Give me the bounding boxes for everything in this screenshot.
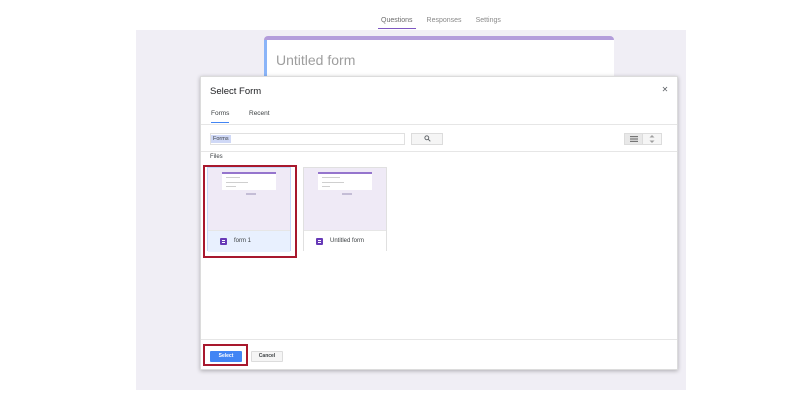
- dialog-title: Select Form: [210, 86, 262, 97]
- thumbnail-sheet: [318, 172, 372, 190]
- highlight-box-select: [203, 344, 248, 366]
- file-thumbnail: [304, 168, 386, 230]
- tab-recent[interactable]: Recent: [249, 110, 270, 122]
- page: Questions Responses Settings Untitled fo…: [0, 0, 800, 400]
- view-toggle: [624, 133, 662, 145]
- form-title: Untitled form: [276, 52, 356, 68]
- tab-forms[interactable]: Forms: [211, 110, 230, 123]
- search-row: Forms: [201, 127, 677, 152]
- dialog-footer: Select Cancel: [201, 339, 677, 371]
- files-label: Files: [210, 154, 223, 160]
- cancel-button[interactable]: Cancel: [251, 351, 283, 362]
- tab-settings[interactable]: Settings: [473, 14, 504, 29]
- thumbnail-caption: [342, 193, 352, 195]
- thumbnail-line: [322, 177, 340, 178]
- search-filter-chip[interactable]: Forms: [211, 135, 231, 143]
- list-view-icon: [629, 136, 638, 142]
- list-view-button[interactable]: [625, 134, 643, 144]
- file-card-untitled-form[interactable]: Untitled form: [303, 167, 387, 252]
- close-icon[interactable]: ✕: [660, 85, 670, 95]
- thumbnail-line: [322, 186, 330, 187]
- search-input[interactable]: Forms: [210, 133, 405, 145]
- dialog-tabs: Forms Recent: [201, 105, 677, 125]
- file-name: Untitled form: [330, 238, 365, 244]
- file-footer: Untitled form: [304, 230, 386, 252]
- thumbnail-line: [322, 182, 344, 183]
- editor-tabs: Questions Responses Settings: [378, 14, 504, 29]
- highlight-box-file: [203, 165, 297, 258]
- tab-questions[interactable]: Questions: [378, 14, 416, 29]
- sort-icon: [649, 135, 655, 143]
- tab-responses[interactable]: Responses: [424, 14, 465, 29]
- form-icon: [316, 238, 323, 245]
- search-button[interactable]: [411, 133, 443, 145]
- search-icon: [424, 135, 431, 142]
- sort-button[interactable]: [643, 134, 661, 144]
